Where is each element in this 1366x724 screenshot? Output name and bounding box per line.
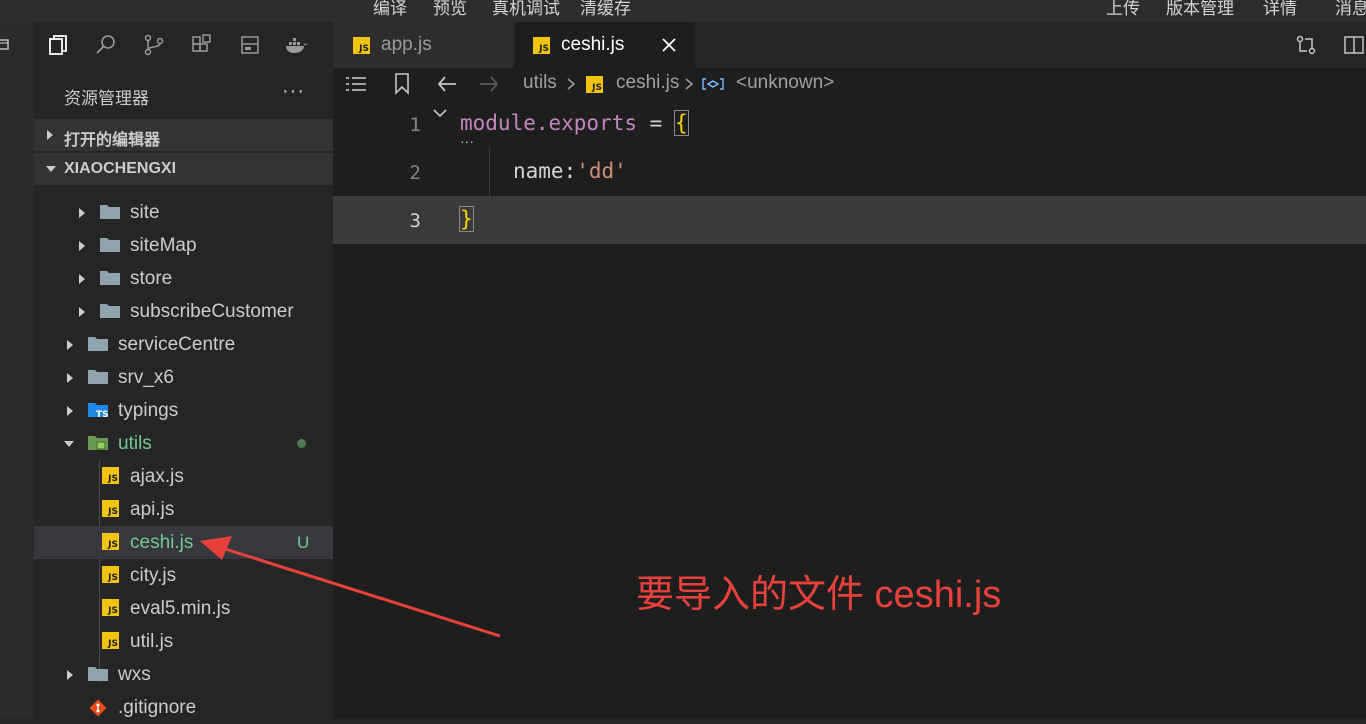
- annotation-arrow-line: [221, 546, 501, 638]
- annotation-label: 要导入的文件 ceshi.js: [636, 574, 1002, 616]
- annotation-arrow-head: [200, 536, 232, 560]
